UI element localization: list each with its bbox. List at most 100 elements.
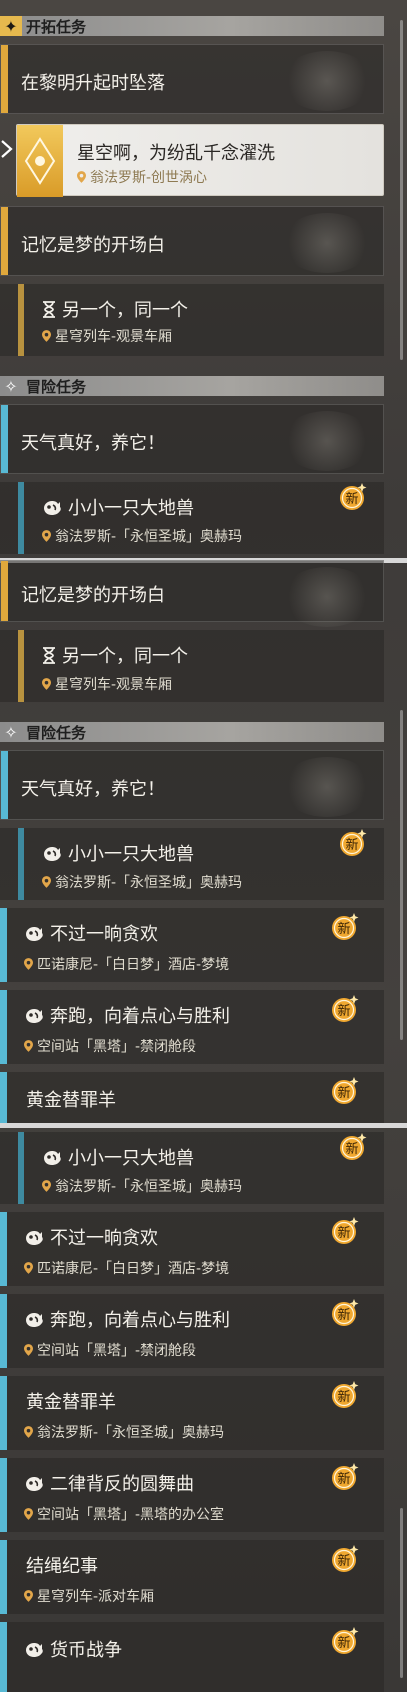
svg-text:新: 新: [337, 1085, 350, 1101]
quest-item-another[interactable]: 另一个，同一个 星穹列车-观景车厢: [0, 630, 384, 702]
quest-accent-bar: [18, 1132, 24, 1204]
quest-emblem: [281, 567, 373, 627]
quest-emblem: [281, 411, 373, 471]
new-badge-icon: 新: [330, 994, 360, 1024]
quest-location: 匹诺康尼-「白日梦」酒店-梦境: [24, 1258, 229, 1278]
quest-location: 翁法罗斯-「永恒圣城」奥赫玛: [42, 526, 242, 546]
quest-panel-2: 记忆是梦的开场白 另一个，同一个 星穹列车-观景车厢 ✧ 冒险任务 天气真好，养…: [0, 560, 407, 1123]
quest-location: 翁法罗斯-「永恒圣城」奥赫玛: [42, 1176, 242, 1196]
quest-accent-bar: [1, 405, 8, 473]
svg-text:新: 新: [345, 491, 358, 507]
svg-text:新: 新: [337, 1471, 350, 1487]
quest-item-waltz[interactable]: 二律背反的圆舞曲 空间站「黑塔」-黑塔的办公室 新: [0, 1458, 384, 1532]
quest-location: 翁法罗斯-「永恒圣城」奥赫玛: [24, 1422, 224, 1442]
svg-text:新: 新: [337, 1635, 350, 1651]
svg-text:新: 新: [337, 1003, 350, 1019]
quest-location: 匹诺康尼-「白日梦」酒店-梦境: [24, 954, 229, 974]
companion-quest-icon: [42, 1149, 62, 1167]
quest-location: 空间站「黑塔」-黑塔的办公室: [24, 1504, 224, 1524]
svg-text:新: 新: [337, 1307, 350, 1323]
quest-accent-bar: [1, 207, 8, 275]
quest-item-another[interactable]: 另一个，同一个 星穹列车-观景车厢: [0, 284, 384, 356]
hourglass-icon: [42, 647, 56, 664]
quest-accent-bar: [18, 630, 24, 702]
quest-item-beast[interactable]: 小小一只大地兽 翁法罗斯-「永恒圣城」奥赫玛 新: [0, 1132, 384, 1204]
scrollbar[interactable]: [400, 1508, 403, 1678]
quest-panel-1: ✦ 开拓任务 在黎明升起时坠落 星空啊，为纷乱千念濯洗 翁法罗斯-创世涡心 记忆…: [0, 0, 407, 560]
quest-item-currency[interactable]: 货币战争 新: [0, 1622, 384, 1692]
svg-text:新: 新: [337, 1553, 350, 1569]
svg-text:新: 新: [337, 1225, 350, 1241]
quest-item-beast[interactable]: 小小一只大地兽 翁法罗斯-「永恒圣城」奥赫玛 新: [0, 828, 384, 900]
new-badge-icon: 新: [338, 828, 368, 858]
quest-accent-bar: [1, 45, 8, 113]
section-header-adventure: ✧ 冒险任务: [0, 376, 384, 396]
new-badge-icon: 新: [338, 482, 368, 512]
quest-accent-bar: [18, 828, 24, 900]
new-badge-icon: 新: [330, 1216, 360, 1246]
quest-item-feast[interactable]: 不过一晌贪欢 匹诺康尼-「白日梦」酒店-梦境 新: [0, 1212, 384, 1286]
quest-accent-bar: [0, 1072, 7, 1123]
companion-quest-icon: [24, 925, 44, 943]
quest-item-goat[interactable]: 黄金替罪羊 翁法罗斯-「永恒圣城」奥赫玛 新: [0, 1376, 384, 1450]
companion-quest-icon: [24, 1475, 44, 1493]
quest-item-run[interactable]: 奔跑，向着点心与胜利 空间站「黑塔」-禁闭舱段 新: [0, 990, 384, 1064]
quest-accent-bar: [0, 1458, 7, 1532]
quest-accent-bar: [1, 561, 8, 621]
quest-location: 翁法罗斯-「永恒圣城」奥赫玛: [42, 872, 242, 892]
quest-location: 翁法罗斯-创世涡心: [77, 167, 207, 187]
adventure-icon: ✧: [4, 376, 18, 396]
quest-emblem: [281, 51, 373, 111]
quest-accent-bar: [0, 1212, 7, 1286]
quest-item-knot[interactable]: 结绳纪事 星穹列车-派对车厢 新: [0, 1540, 384, 1614]
quest-item-weather[interactable]: 天气真好，养它！: [0, 750, 384, 820]
quest-item-feast[interactable]: 不过一晌贪欢 匹诺康尼-「白日梦」酒店-梦境 新: [0, 908, 384, 982]
quest-panel-3: 小小一只大地兽 翁法罗斯-「永恒圣城」奥赫玛 新 不过一晌贪欢 匹诺康尼-「白日…: [0, 1128, 407, 1692]
quest-item-memory[interactable]: 记忆是梦的开场白: [0, 206, 384, 276]
svg-text:新: 新: [345, 1141, 358, 1157]
adventure-icon: ✧: [4, 722, 18, 742]
quest-emblem: [281, 757, 373, 817]
quest-item-beast[interactable]: 小小一只大地兽 翁法罗斯-「永恒圣城」奥赫玛 新: [0, 482, 384, 554]
quest-item-goat[interactable]: 黄金替罪羊 新: [0, 1072, 384, 1123]
quest-location: 星穹列车-观景车厢: [42, 674, 172, 694]
new-badge-icon: 新: [330, 1544, 360, 1574]
scrollbar[interactable]: [400, 20, 403, 360]
quest-emblem: [281, 213, 373, 273]
companion-quest-icon: [24, 1641, 44, 1659]
quest-item-starry-selected[interactable]: 星空啊，为纷乱千念濯洗 翁法罗斯-创世涡心: [16, 124, 384, 197]
new-badge-icon: 新: [330, 1380, 360, 1410]
new-badge-icon: 新: [330, 912, 360, 942]
new-badge-icon: 新: [330, 1298, 360, 1328]
trailblaze-icon: ✦: [0, 16, 22, 36]
svg-text:新: 新: [345, 837, 358, 853]
quest-accent-bar: [18, 482, 24, 554]
svg-text:新: 新: [337, 1389, 350, 1405]
trailblaze-emblem-icon: [17, 125, 63, 197]
quest-item-dawn[interactable]: 在黎明升起时坠落: [0, 44, 384, 114]
new-badge-icon: 新: [338, 1132, 368, 1162]
svg-text:新: 新: [337, 921, 350, 937]
hourglass-icon: [42, 301, 56, 318]
section-header-trailblaze: ✦ 开拓任务: [0, 16, 384, 36]
quest-location: 空间站「黑塔」-禁闭舱段: [24, 1036, 196, 1056]
companion-quest-icon: [24, 1311, 44, 1329]
quest-accent-bar: [0, 1294, 7, 1368]
selection-arrow-icon: [1, 140, 13, 158]
scrollbar[interactable]: [400, 710, 403, 1040]
section-header-adventure: ✧ 冒险任务: [0, 722, 384, 742]
quest-accent-bar: [1, 751, 8, 819]
quest-accent-bar: [0, 908, 7, 982]
quest-accent-bar: [18, 284, 24, 356]
companion-quest-icon: [24, 1007, 44, 1025]
quest-location: 空间站「黑塔」-禁闭舱段: [24, 1340, 196, 1360]
quest-accent-bar: [0, 1622, 7, 1692]
quest-accent-bar: [0, 1540, 7, 1614]
quest-item-weather[interactable]: 天气真好，养它！: [0, 404, 384, 474]
quest-location: 星穹列车-观景车厢: [42, 326, 172, 346]
companion-quest-icon: [24, 1229, 44, 1247]
quest-accent-bar: [0, 1376, 7, 1450]
new-badge-icon: 新: [330, 1076, 360, 1106]
quest-item-run[interactable]: 奔跑，向着点心与胜利 空间站「黑塔」-禁闭舱段 新: [0, 1294, 384, 1368]
quest-item-memory[interactable]: 记忆是梦的开场白: [0, 560, 384, 627]
